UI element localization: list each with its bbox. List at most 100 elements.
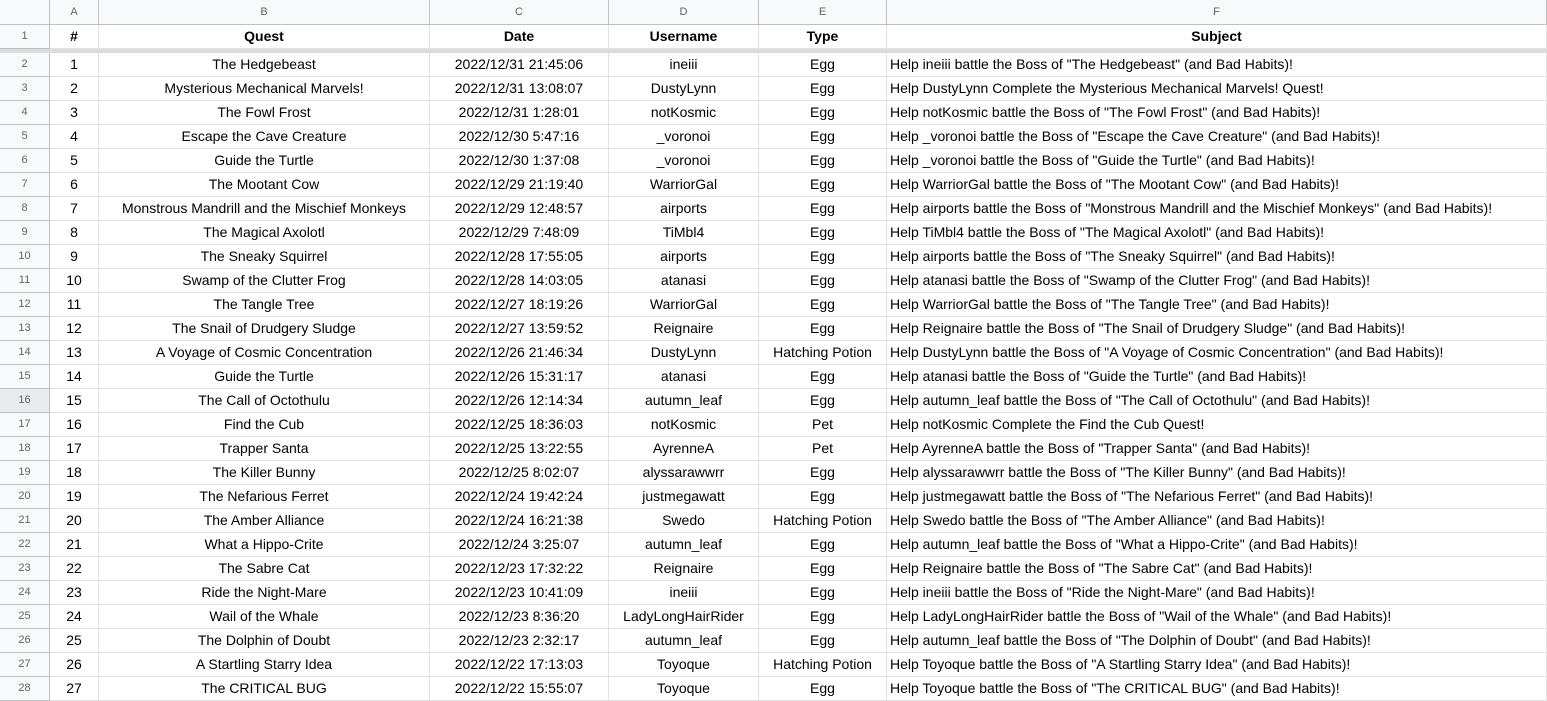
cell-quest[interactable]: A Startling Starry Idea bbox=[99, 653, 430, 677]
cell-username[interactable]: _voronoi bbox=[609, 125, 759, 149]
cell-type[interactable]: Egg bbox=[759, 605, 887, 629]
cell-type[interactable]: Egg bbox=[759, 533, 887, 557]
cell-username[interactable]: TiMbl4 bbox=[609, 221, 759, 245]
row-header[interactable]: 8 bbox=[0, 197, 50, 221]
column-header-b[interactable]: B bbox=[99, 0, 430, 25]
row-header[interactable]: 16 bbox=[0, 389, 50, 413]
cell-number[interactable]: 16 bbox=[50, 413, 99, 437]
cell-type[interactable]: Hatching Potion bbox=[759, 653, 887, 677]
cell-date[interactable]: 2022/12/24 19:42:24 bbox=[430, 485, 609, 509]
cell-type[interactable]: Egg bbox=[759, 581, 887, 605]
cell-number[interactable]: 4 bbox=[50, 125, 99, 149]
cell-quest[interactable]: Guide the Turtle bbox=[99, 365, 430, 389]
row-header[interactable]: 25 bbox=[0, 605, 50, 629]
cell-subject[interactable]: Help WarriorGal battle the Boss of "The … bbox=[887, 173, 1547, 197]
row-header[interactable]: 10 bbox=[0, 245, 50, 269]
cell-quest[interactable]: Ride the Night-Mare bbox=[99, 581, 430, 605]
cell-date[interactable]: 2022/12/28 17:55:05 bbox=[430, 245, 609, 269]
cell-date[interactable]: 2022/12/29 7:48:09 bbox=[430, 221, 609, 245]
cell-username[interactable]: notKosmic bbox=[609, 101, 759, 125]
cell-date[interactable]: 2022/12/23 2:32:17 bbox=[430, 629, 609, 653]
cell-quest[interactable]: Guide the Turtle bbox=[99, 149, 430, 173]
cell-date[interactable]: 2022/12/31 1:28:01 bbox=[430, 101, 609, 125]
cell-type[interactable]: Hatching Potion bbox=[759, 341, 887, 365]
cell-username[interactable]: justmegawatt bbox=[609, 485, 759, 509]
cell-subject[interactable]: Help _voronoi battle the Boss of "Guide … bbox=[887, 149, 1547, 173]
cell-subject[interactable]: Help autumn_leaf battle the Boss of "The… bbox=[887, 389, 1547, 413]
cell-number[interactable]: 20 bbox=[50, 509, 99, 533]
cell-username[interactable]: _voronoi bbox=[609, 149, 759, 173]
column-header-f[interactable]: F bbox=[887, 0, 1547, 25]
cell-number[interactable]: 11 bbox=[50, 293, 99, 317]
cell-number[interactable]: 21 bbox=[50, 533, 99, 557]
cell-date[interactable]: 2022/12/22 15:55:07 bbox=[430, 677, 609, 701]
cell-quest[interactable]: The Sneaky Squirrel bbox=[99, 245, 430, 269]
row-header[interactable]: 18 bbox=[0, 437, 50, 461]
cell-number[interactable]: 18 bbox=[50, 461, 99, 485]
cell-date[interactable]: 2022/12/26 21:46:34 bbox=[430, 341, 609, 365]
cell-username[interactable]: autumn_leaf bbox=[609, 389, 759, 413]
row-header[interactable]: 24 bbox=[0, 581, 50, 605]
cell-type[interactable]: Egg bbox=[759, 101, 887, 125]
cell-quest[interactable]: What a Hippo-Crite bbox=[99, 533, 430, 557]
cell-number[interactable]: 10 bbox=[50, 269, 99, 293]
cell-date[interactable]: 2022/12/31 21:45:06 bbox=[430, 53, 609, 77]
row-header[interactable]: 15 bbox=[0, 365, 50, 389]
cell-type[interactable]: Egg bbox=[759, 125, 887, 149]
cell-number[interactable]: 13 bbox=[50, 341, 99, 365]
row-header[interactable]: 22 bbox=[0, 533, 50, 557]
cell-username[interactable]: airports bbox=[609, 245, 759, 269]
cell-subject[interactable]: Help atanasi battle the Boss of "Guide t… bbox=[887, 365, 1547, 389]
row-header[interactable]: 21 bbox=[0, 509, 50, 533]
cell-number[interactable]: 17 bbox=[50, 437, 99, 461]
cell-subject[interactable]: Help ineiii battle the Boss of "The Hedg… bbox=[887, 53, 1547, 77]
select-all-corner[interactable] bbox=[0, 0, 50, 25]
cell-date[interactable]: 2022/12/23 17:32:22 bbox=[430, 557, 609, 581]
cell-date[interactable]: 2022/12/26 15:31:17 bbox=[430, 365, 609, 389]
cell-quest[interactable]: Wail of the Whale bbox=[99, 605, 430, 629]
cell-type[interactable]: Egg bbox=[759, 557, 887, 581]
cell-quest[interactable]: A Voyage of Cosmic Concentration bbox=[99, 341, 430, 365]
cell-quest[interactable]: The Snail of Drudgery Sludge bbox=[99, 317, 430, 341]
row-header[interactable]: 9 bbox=[0, 221, 50, 245]
cell-username[interactable]: DustyLynn bbox=[609, 341, 759, 365]
row-header[interactable]: 4 bbox=[0, 101, 50, 125]
cell-quest[interactable]: The Killer Bunny bbox=[99, 461, 430, 485]
cell-quest[interactable]: The Nefarious Ferret bbox=[99, 485, 430, 509]
cell-quest[interactable]: The Tangle Tree bbox=[99, 293, 430, 317]
row-header[interactable]: 7 bbox=[0, 173, 50, 197]
cell-subject[interactable]: Help notKosmic Complete the Find the Cub… bbox=[887, 413, 1547, 437]
cell-subject[interactable]: Help DustyLynn Complete the Mysterious M… bbox=[887, 77, 1547, 101]
cell-username[interactable]: WarriorGal bbox=[609, 173, 759, 197]
header-cell[interactable]: # bbox=[50, 25, 99, 49]
cell-type[interactable]: Egg bbox=[759, 77, 887, 101]
cell-number[interactable]: 23 bbox=[50, 581, 99, 605]
cell-quest[interactable]: Mysterious Mechanical Marvels! bbox=[99, 77, 430, 101]
cell-date[interactable]: 2022/12/29 21:19:40 bbox=[430, 173, 609, 197]
row-header[interactable]: 26 bbox=[0, 629, 50, 653]
cell-date[interactable]: 2022/12/30 5:47:16 bbox=[430, 125, 609, 149]
cell-number[interactable]: 12 bbox=[50, 317, 99, 341]
cell-username[interactable]: AyrenneA bbox=[609, 437, 759, 461]
cell-number[interactable]: 7 bbox=[50, 197, 99, 221]
cell-type[interactable]: Egg bbox=[759, 677, 887, 701]
cell-username[interactable]: notKosmic bbox=[609, 413, 759, 437]
cell-type[interactable]: Egg bbox=[759, 629, 887, 653]
cell-username[interactable]: DustyLynn bbox=[609, 77, 759, 101]
cell-username[interactable]: ineiii bbox=[609, 581, 759, 605]
cell-type[interactable]: Egg bbox=[759, 197, 887, 221]
cell-username[interactable]: Toyoque bbox=[609, 653, 759, 677]
column-header-e[interactable]: E bbox=[759, 0, 887, 25]
column-header-a[interactable]: A bbox=[50, 0, 99, 25]
row-header[interactable]: 1 bbox=[0, 25, 50, 49]
cell-quest[interactable]: The Mootant Cow bbox=[99, 173, 430, 197]
cell-number[interactable]: 14 bbox=[50, 365, 99, 389]
cell-number[interactable]: 15 bbox=[50, 389, 99, 413]
row-header[interactable]: 3 bbox=[0, 77, 50, 101]
cell-username[interactable]: atanasi bbox=[609, 269, 759, 293]
row-header[interactable]: 17 bbox=[0, 413, 50, 437]
cell-username[interactable]: Swedo bbox=[609, 509, 759, 533]
cell-subject[interactable]: Help airports battle the Boss of "The Sn… bbox=[887, 245, 1547, 269]
cell-subject[interactable]: Help DustyLynn battle the Boss of "A Voy… bbox=[887, 341, 1547, 365]
cell-type[interactable]: Egg bbox=[759, 149, 887, 173]
